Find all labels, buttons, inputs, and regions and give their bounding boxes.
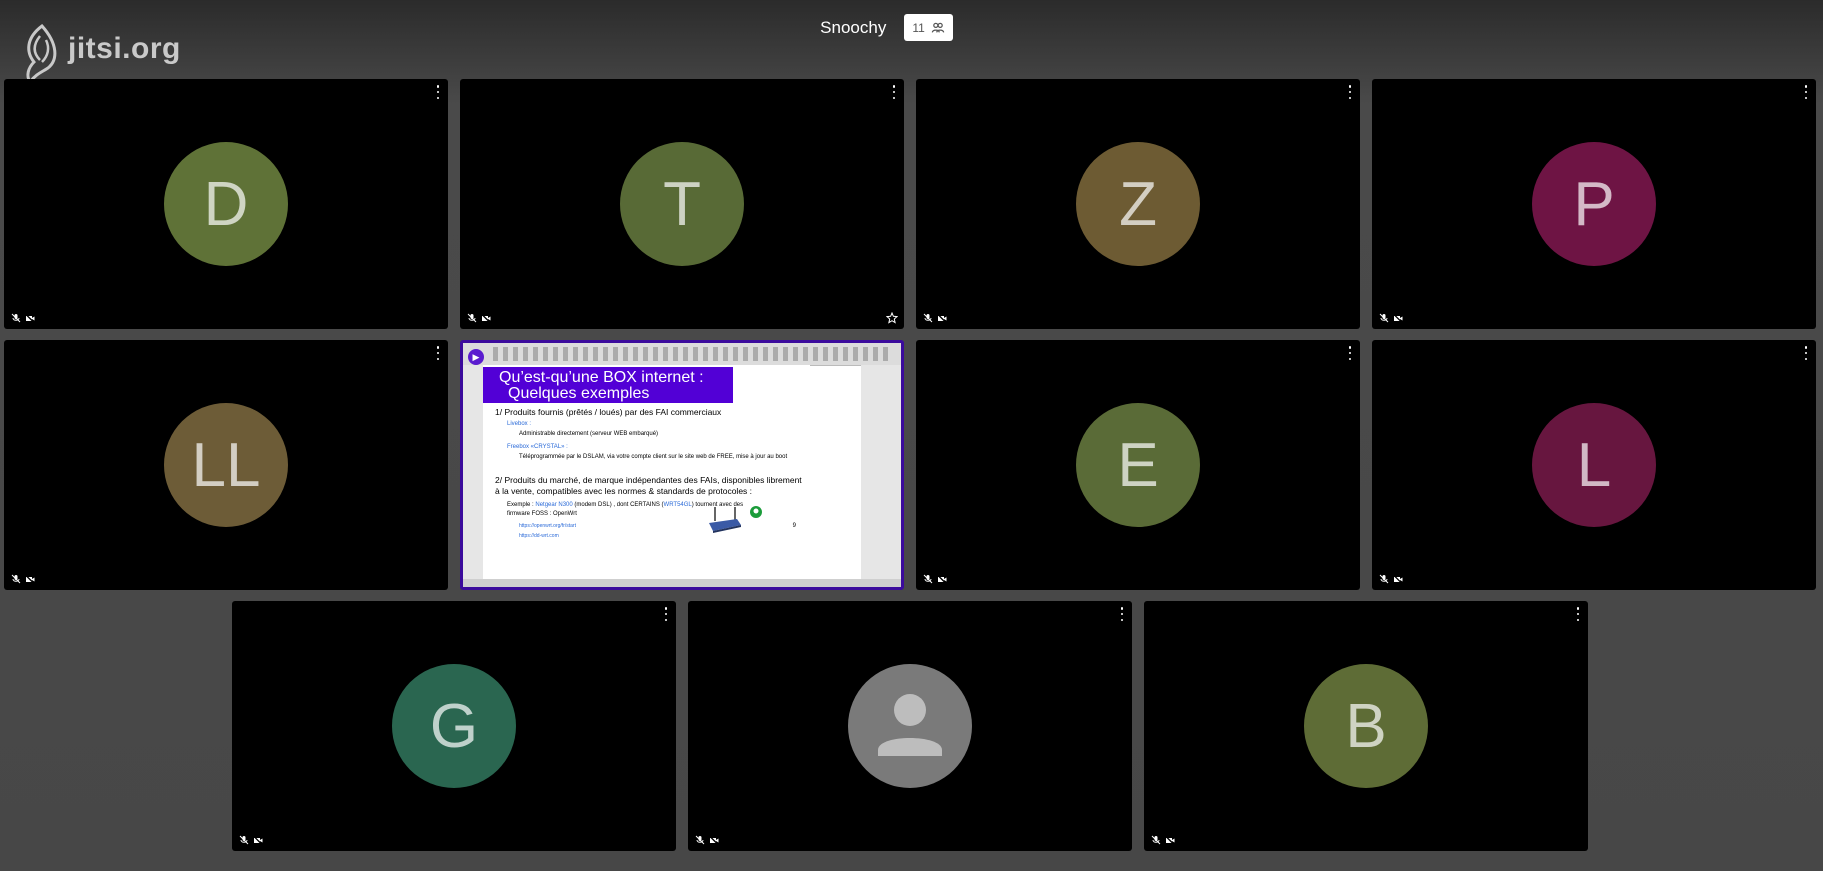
participant-tile[interactable]: G bbox=[232, 601, 676, 851]
mic-muted-icon bbox=[11, 313, 21, 323]
shared-app-toolbar bbox=[463, 343, 901, 366]
tile-menu-icon[interactable] bbox=[890, 85, 898, 99]
participant-tile[interactable]: LL bbox=[4, 340, 448, 590]
slide-example-line2: firmware FOSS : OpenWrt bbox=[507, 511, 577, 517]
camera-off-icon bbox=[25, 313, 35, 323]
moderator-star-icon bbox=[886, 312, 898, 324]
slide-section-1: 1/ Produits fournis (prêtés / loués) par… bbox=[495, 407, 722, 417]
participant-tile[interactable]: T bbox=[460, 79, 904, 329]
participant-avatar: P bbox=[1532, 142, 1656, 266]
participant-tile[interactable]: E bbox=[916, 340, 1360, 590]
participant-tile[interactable] bbox=[688, 601, 1132, 851]
tile-menu-icon[interactable] bbox=[1346, 85, 1354, 99]
participant-avatar: LL bbox=[164, 403, 288, 527]
tile-menu-icon[interactable] bbox=[434, 85, 442, 99]
camera-off-icon bbox=[25, 574, 35, 584]
slide-livebox: Livebox : bbox=[507, 421, 532, 427]
conference-subject: Snoochy bbox=[820, 17, 887, 37]
tile-status bbox=[1379, 574, 1403, 584]
slide-link-openwrt: https://openwrt.org/fr/start bbox=[519, 523, 576, 529]
tile-menu-icon[interactable] bbox=[434, 346, 442, 360]
tile-menu-icon[interactable] bbox=[1346, 346, 1354, 360]
shared-app-sidebar bbox=[463, 365, 483, 579]
mic-muted-icon bbox=[1151, 835, 1161, 845]
slide-livebox-detail: Administrable directement (serveur WEB e… bbox=[519, 431, 659, 437]
camera-off-icon bbox=[481, 313, 491, 323]
participant-tile[interactable]: Z bbox=[916, 79, 1360, 329]
participant-avatar: G bbox=[392, 664, 516, 788]
mic-muted-icon bbox=[923, 574, 933, 584]
screen-share-tile[interactable]: ▶ Qu’est-qu’une BOX internet : Quelques … bbox=[460, 340, 904, 590]
slide-freebox: Freebox «CRYSTAL» : bbox=[507, 444, 568, 450]
mic-muted-icon bbox=[239, 835, 249, 845]
tile-status bbox=[11, 313, 35, 323]
participant-tile[interactable]: D bbox=[4, 79, 448, 329]
slide-page-number: 9 bbox=[792, 523, 796, 529]
shared-slide: Qu’est-qu’une BOX internet : Quelques ex… bbox=[483, 365, 810, 543]
slide-title: Qu’est-qu’une BOX internet : Quelques ex… bbox=[483, 367, 733, 403]
participant-avatar: E bbox=[1076, 403, 1200, 527]
slide-freebox-detail: Téléprogrammée par le DSLAM, via votre c… bbox=[519, 454, 788, 460]
tile-menu-icon[interactable] bbox=[1802, 346, 1810, 360]
participant-avatar: B bbox=[1304, 664, 1428, 788]
participant-avatar: L bbox=[1532, 403, 1656, 527]
camera-off-icon bbox=[253, 835, 263, 845]
tile-menu-icon[interactable] bbox=[1574, 607, 1582, 621]
mic-muted-icon bbox=[923, 313, 933, 323]
tile-status bbox=[1151, 835, 1175, 845]
camera-off-icon bbox=[1393, 313, 1403, 323]
tile-status bbox=[695, 835, 719, 845]
participant-avatar: Z bbox=[1076, 142, 1200, 266]
slide-section-2-line2: à la vente, compatibles avec les normes … bbox=[495, 486, 753, 496]
tile-status bbox=[467, 313, 491, 323]
participant-count-badge[interactable]: 11 bbox=[904, 14, 953, 41]
participant-tile[interactable]: P bbox=[1372, 79, 1816, 329]
camera-off-icon bbox=[937, 313, 947, 323]
mic-muted-icon bbox=[1379, 313, 1389, 323]
default-avatar bbox=[848, 664, 972, 788]
screen-share-indicator-icon: ▶ bbox=[468, 349, 484, 365]
tile-status bbox=[1379, 313, 1403, 323]
participant-avatar: D bbox=[164, 142, 288, 266]
participant-avatar: T bbox=[620, 142, 744, 266]
mic-muted-icon bbox=[695, 835, 705, 845]
participant-tile[interactable]: L bbox=[1372, 340, 1816, 590]
camera-off-icon bbox=[1393, 574, 1403, 584]
camera-off-icon bbox=[937, 574, 947, 584]
slide-link-ddwrt: https://dd-wrt.com bbox=[519, 533, 559, 539]
shared-app-panel bbox=[861, 365, 901, 579]
conference-header: Snoochy 11 bbox=[0, 14, 1823, 41]
participant-count: 11 bbox=[912, 20, 925, 35]
camera-off-icon bbox=[1165, 835, 1175, 845]
mic-muted-icon bbox=[11, 574, 21, 584]
tile-status bbox=[923, 313, 947, 323]
openwrt-logo-icon bbox=[750, 506, 762, 518]
tile-status bbox=[11, 574, 35, 584]
tile-menu-icon[interactable] bbox=[662, 607, 670, 621]
participant-tile[interactable]: B bbox=[1144, 601, 1588, 851]
router-image bbox=[709, 507, 741, 533]
participants-icon bbox=[931, 22, 945, 33]
user-silhouette-icon bbox=[878, 694, 942, 756]
tile-status bbox=[923, 574, 947, 584]
tile-menu-icon[interactable] bbox=[1802, 85, 1810, 99]
slide-section-2-line1: 2/ Produits du marché, de marque indépen… bbox=[495, 475, 802, 485]
mic-muted-icon bbox=[1379, 574, 1389, 584]
mic-muted-icon bbox=[467, 313, 477, 323]
tile-menu-icon[interactable] bbox=[1118, 607, 1126, 621]
shared-app-statusbar bbox=[463, 579, 901, 587]
tile-status bbox=[239, 835, 263, 845]
camera-off-icon bbox=[709, 835, 719, 845]
